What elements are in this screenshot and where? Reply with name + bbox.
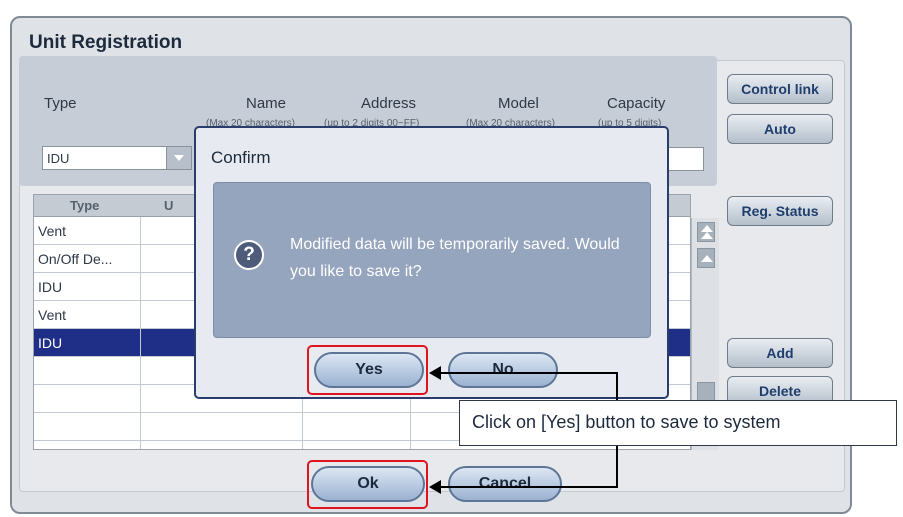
yes-highlight-box [307,345,428,395]
scroll-up-icon[interactable] [697,248,715,268]
window-title: Unit Registration [29,32,183,53]
confirm-dialog: Confirm ? Modified data will be temporar… [194,126,669,399]
cell-type: Vent [38,223,67,239]
dialog-title: Confirm [211,148,271,167]
dialog-message: Modified data will be temporarily saved.… [290,236,620,280]
dialog-body: ? Modified data will be temporarily save… [213,182,651,338]
no-button[interactable]: No [448,352,558,388]
type-header: Type [44,95,77,112]
arrowhead-icon [429,366,441,380]
scroll-top-icon[interactable] [697,222,715,242]
chevron-down-icon[interactable] [166,147,191,169]
screenshot-stage: { "window": { "title": "Unit Registratio… [0,0,903,517]
cell-type: IDU [38,335,63,351]
instruction-callout: Click on [Yes] button to save to system [459,400,897,446]
arrow-line [616,446,618,488]
question-icon: ? [234,240,264,270]
model-header: Model [498,95,539,112]
control-link-button[interactable]: Control link [727,74,833,104]
arrowhead-icon [429,480,441,494]
column-header-type: Type [70,198,100,213]
arrow-line [440,486,617,488]
address-header: Address [361,95,417,112]
cell-type: Vent [38,307,67,323]
column-divider [140,217,141,449]
ok-highlight-box [307,460,428,509]
scroll-down-icon[interactable] [697,382,715,402]
column-header-unit: U [164,198,174,213]
cancel-button[interactable]: Cancel [448,466,562,502]
auto-button[interactable]: Auto [727,114,833,144]
arrow-line [440,372,617,374]
reg-status-button[interactable]: Reg. Status [727,196,833,226]
add-button[interactable]: Add [727,338,833,368]
cell-type: On/Off De... [38,251,113,267]
cell-type: IDU [38,279,63,295]
capacity-header: Capacity [607,95,666,112]
name-header: Name [246,95,287,112]
arrow-line [616,372,618,400]
